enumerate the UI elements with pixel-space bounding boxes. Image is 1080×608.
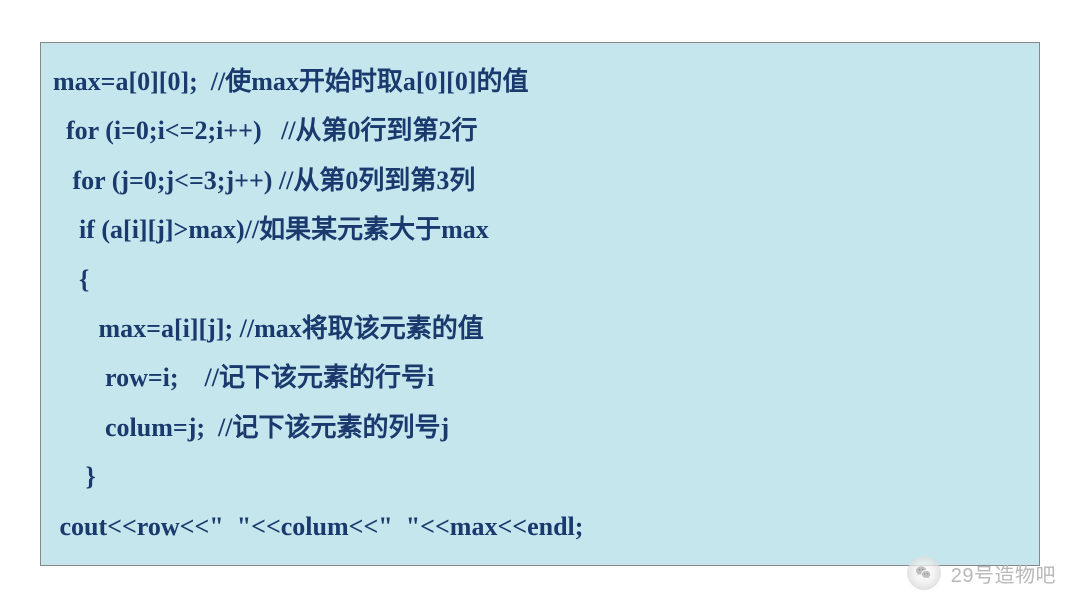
code-line: colum=j; //记下该元素的列号j bbox=[53, 403, 1031, 452]
code-line: max=a[0][0]; //使max开始时取a[0][0]的值 bbox=[53, 57, 1031, 106]
code-line: } bbox=[53, 452, 1031, 501]
code-line: cout<<row<<" "<<colum<<" "<<max<<endl; bbox=[53, 502, 1031, 551]
code-line: for (j=0;j<=3;j++) //从第0列到第3列 bbox=[53, 156, 1031, 205]
code-block: max=a[0][0]; //使max开始时取a[0][0]的值 for (i=… bbox=[40, 42, 1040, 566]
watermark-text: 29号造物吧 bbox=[951, 559, 1056, 588]
code-line: if (a[i][j]>max)//如果某元素大于max bbox=[53, 205, 1031, 254]
code-line: max=a[i][j]; //max将取该元素的值 bbox=[53, 304, 1031, 353]
code-line: { bbox=[53, 255, 1031, 304]
code-line: for (i=0;i<=2;i++) //从第0行到第2行 bbox=[53, 106, 1031, 155]
wechat-icon bbox=[907, 556, 941, 590]
watermark: 29号造物吧 bbox=[907, 556, 1056, 590]
code-line: row=i; //记下该元素的行号i bbox=[53, 353, 1031, 402]
